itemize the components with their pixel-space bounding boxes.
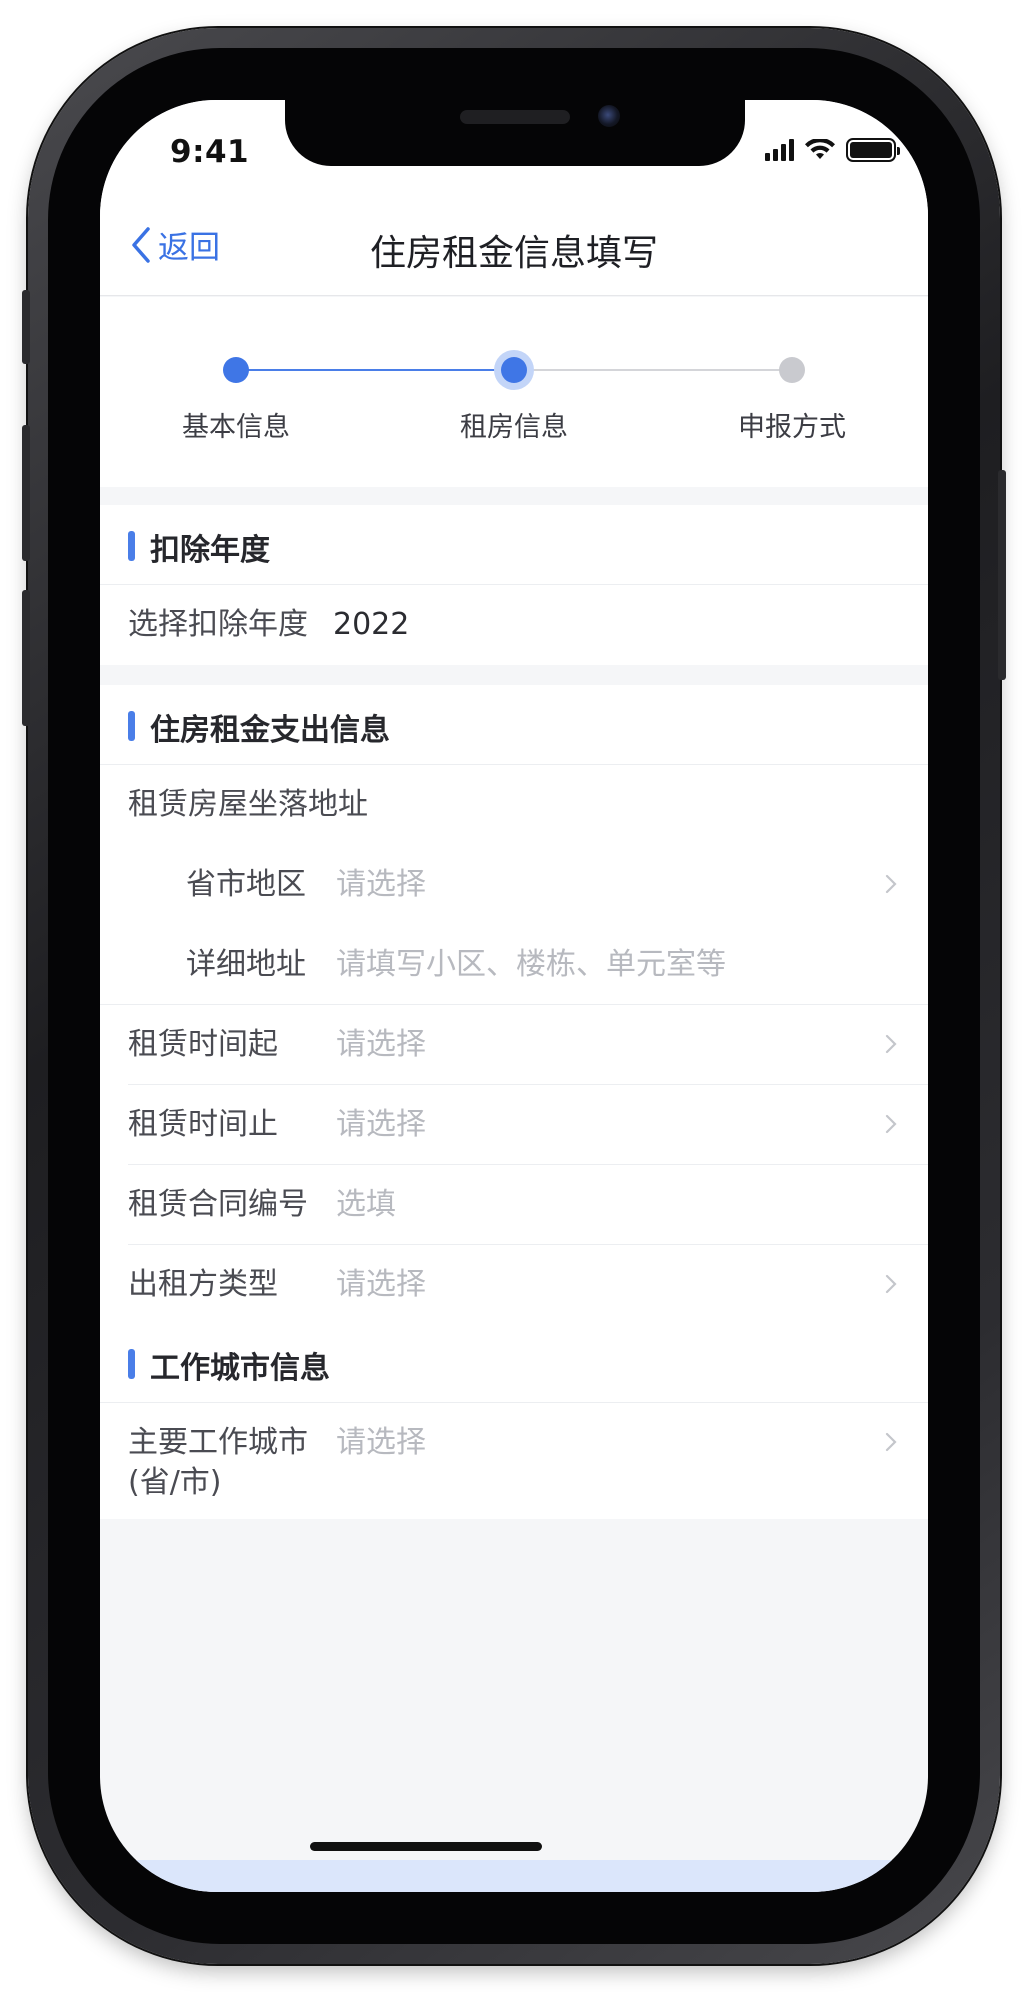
province-select[interactable]: 请选择	[336, 865, 426, 905]
chevron-right-icon	[885, 1274, 897, 1294]
step-dot-rental-info	[501, 357, 527, 383]
lease-start-row[interactable]: 租赁时间起 请选择	[100, 1005, 928, 1085]
lease-end-label: 租赁时间止	[128, 1107, 278, 1142]
lease-start-select[interactable]: 请选择	[336, 1025, 426, 1065]
work-city-label-line1: 主要工作城市	[128, 1425, 308, 1460]
contract-number-input[interactable]: 选填	[336, 1185, 396, 1225]
section-header: 工作城市信息	[100, 1323, 928, 1403]
section-accent-bar	[128, 1349, 135, 1379]
silent-switch	[22, 290, 30, 364]
page-title: 住房租金信息填写	[369, 233, 658, 274]
power-button	[998, 470, 1006, 680]
landlord-type-row[interactable]: 出租方类型 请选择	[100, 1245, 928, 1325]
work-city-select[interactable]: 请选择	[336, 1423, 426, 1463]
contract-number-label: 租赁合同编号	[128, 1187, 308, 1222]
navigation-bar: 返回 住房租金信息填写	[100, 200, 928, 296]
section-header: 扣除年度	[100, 505, 928, 585]
section-accent-bar	[128, 531, 135, 561]
home-indicator[interactable]	[310, 1842, 542, 1851]
step-label-basic-info: 基本信息	[182, 412, 290, 443]
section-title: 工作城市信息	[150, 1351, 330, 1386]
cellular-signal-icon	[765, 139, 794, 161]
step-label-declaration-method: 申报方式	[738, 412, 846, 443]
step-dot-basic-info	[223, 357, 249, 383]
progress-stepper: 基本信息 租房信息 申报方式	[100, 297, 928, 487]
lease-end-select[interactable]: 请选择	[336, 1105, 426, 1145]
section-accent-bar	[128, 711, 135, 741]
chevron-right-icon	[885, 874, 897, 894]
work-city-label: 主要工作城市 (省/市)	[128, 1423, 308, 1503]
volume-up-button	[22, 425, 30, 561]
landlord-type-label: 出租方类型	[128, 1267, 278, 1302]
deduction-year-value: 2022	[333, 607, 410, 642]
wifi-icon	[805, 139, 835, 159]
front-camera-icon	[598, 105, 620, 127]
province-label: 省市地区	[186, 867, 306, 902]
step-label-rental-info: 租房信息	[460, 412, 568, 443]
landlord-type-select[interactable]: 请选择	[336, 1265, 426, 1305]
bottom-action-bar-edge	[100, 1860, 928, 1892]
section-title: 扣除年度	[150, 533, 270, 568]
contract-number-row[interactable]: 租赁合同编号 选填	[100, 1165, 928, 1245]
detail-address-row[interactable]: 详细地址 请填写小区、楼栋、单元室等	[100, 925, 928, 1005]
step-connector-todo	[514, 369, 792, 371]
lease-end-row[interactable]: 租赁时间止 请选择	[100, 1085, 928, 1165]
chevron-right-icon	[885, 1034, 897, 1054]
step-connector-done	[236, 369, 514, 371]
detail-address-input[interactable]: 请填写小区、楼栋、单元室等	[336, 945, 726, 985]
work-city-label-line2: (省/市)	[128, 1465, 222, 1500]
section-rent-info: 住房租金支出信息 租赁房屋坐落地址 省市地区 请选择 详细地址 请填写小区、楼栋…	[100, 685, 928, 1325]
status-time: 9:41	[170, 134, 250, 170]
battery-icon	[846, 138, 900, 162]
section-title: 住房租金支出信息	[150, 713, 390, 748]
deduction-year-label: 选择扣除年度	[128, 607, 308, 642]
province-row[interactable]: 省市地区 请选择	[100, 845, 928, 925]
notch	[285, 100, 745, 166]
phone-screen: 9:41 返回 住房租金信息填写 基本信息 租房信息 申报方式 扣除年度 选择扣…	[100, 100, 928, 1892]
section-header: 住房租金支出信息	[100, 685, 928, 765]
status-icons	[765, 138, 900, 162]
address-label: 租赁房屋坐落地址	[128, 787, 368, 822]
address-group-row: 租赁房屋坐落地址	[100, 765, 928, 845]
volume-down-button	[22, 590, 30, 726]
chevron-right-icon	[885, 1114, 897, 1134]
work-city-row[interactable]: 主要工作城市 (省/市) 请选择	[100, 1403, 928, 1519]
section-deduction-year: 扣除年度 选择扣除年度 2022	[100, 505, 928, 665]
lease-start-label: 租赁时间起	[128, 1027, 278, 1062]
detail-address-label: 详细地址	[186, 947, 306, 982]
section-work-city: 工作城市信息 主要工作城市 (省/市) 请选择	[100, 1323, 928, 1519]
speaker-grille	[460, 110, 570, 124]
deduction-year-row[interactable]: 选择扣除年度 2022	[100, 585, 928, 665]
step-dot-declaration-method	[779, 357, 805, 383]
chevron-right-icon	[885, 1432, 897, 1452]
